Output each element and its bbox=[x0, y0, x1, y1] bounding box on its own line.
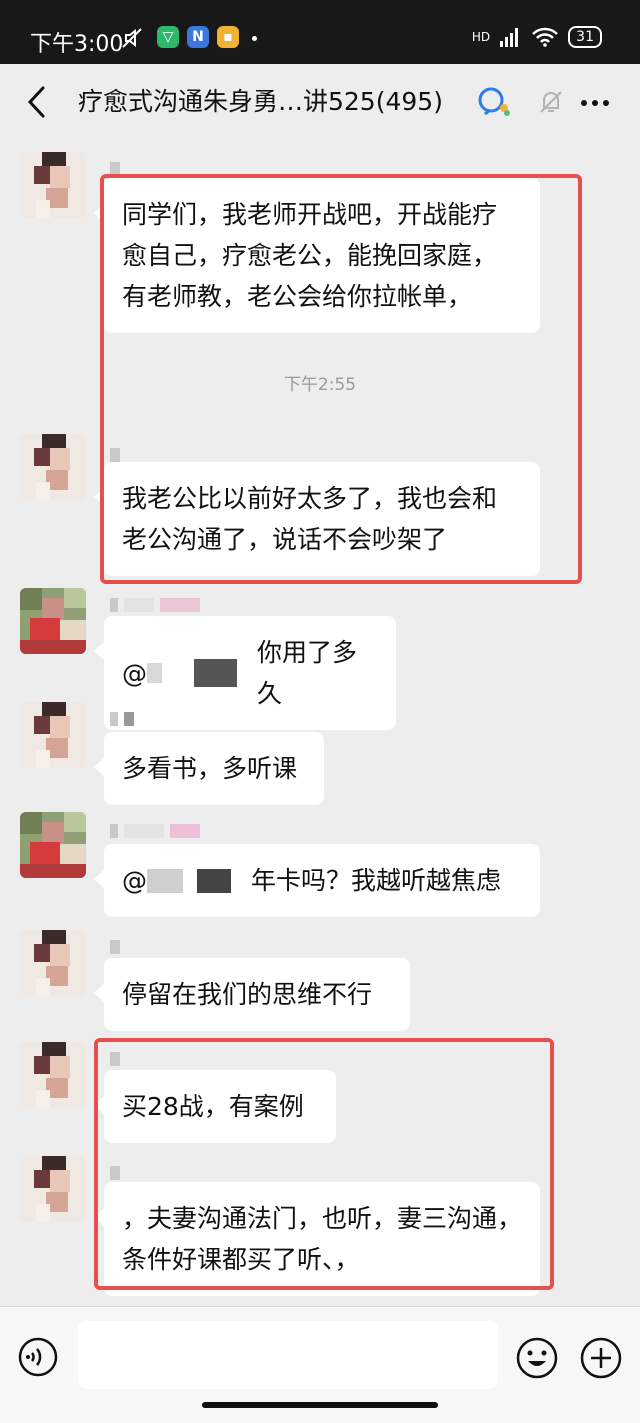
avatar[interactable] bbox=[20, 930, 86, 996]
avatar[interactable] bbox=[20, 812, 86, 878]
avatar-image bbox=[20, 588, 86, 654]
sender-name-blurred bbox=[110, 938, 120, 956]
avatar-image bbox=[20, 930, 86, 996]
avatar[interactable] bbox=[20, 1042, 86, 1108]
signal-icon bbox=[500, 28, 519, 47]
message-4: 多看书，多听课 bbox=[0, 700, 640, 805]
mention-at: @ bbox=[122, 866, 147, 895]
status-right: HD 31 bbox=[472, 26, 602, 48]
plus-icon[interactable] bbox=[580, 1337, 622, 1379]
avatar[interactable] bbox=[20, 702, 86, 768]
battery-icon: 31 bbox=[568, 26, 602, 48]
sender-name-blurred bbox=[110, 710, 134, 728]
shield-app-icon: ▽ bbox=[157, 26, 179, 48]
avatar-image bbox=[20, 152, 86, 218]
network-label: HD bbox=[471, 30, 491, 44]
message-input[interactable] bbox=[78, 1321, 498, 1389]
status-bar: 下午3:00 ▽ N ▪ HD 31 bbox=[0, 0, 640, 64]
emoji-icon[interactable] bbox=[516, 1337, 558, 1379]
message-text: 停留在我们的思维不行 bbox=[122, 980, 373, 1009]
message-bubble[interactable]: @ 年卡吗？我越听越焦虑 bbox=[94, 844, 540, 917]
more-icon[interactable] bbox=[580, 90, 610, 116]
sender-name-blurred bbox=[110, 822, 200, 840]
avatar[interactable] bbox=[20, 1156, 86, 1222]
message-text: 多看书，多听课 bbox=[122, 754, 298, 783]
group-bot-icon[interactable] bbox=[476, 86, 512, 118]
chat-title[interactable]: 疗愈式沟通朱身勇…讲525(495) bbox=[78, 82, 443, 118]
back-icon[interactable] bbox=[18, 82, 58, 122]
mention-name-blurred bbox=[147, 663, 163, 683]
mention-name-blurred bbox=[194, 659, 238, 687]
avatar[interactable] bbox=[20, 588, 86, 654]
message-bubble[interactable]: 停留在我们的思维不行 bbox=[94, 958, 410, 1031]
status-time: 下午3:00 bbox=[30, 32, 124, 57]
mute-icon bbox=[122, 28, 142, 48]
avatar[interactable] bbox=[20, 152, 86, 218]
message-6: 停留在我们的思维不行 bbox=[0, 928, 640, 1031]
avatar-image bbox=[20, 434, 86, 500]
highlight-box bbox=[100, 174, 582, 584]
avatar-image bbox=[20, 812, 86, 878]
sender-name-blurred bbox=[110, 596, 200, 614]
avatar-image bbox=[20, 702, 86, 768]
message-bubble[interactable]: 多看书，多听课 bbox=[94, 732, 324, 805]
mention-at: @ bbox=[122, 658, 147, 688]
mention-name-blurred bbox=[197, 868, 231, 893]
avatar[interactable] bbox=[20, 434, 86, 500]
voice-icon[interactable] bbox=[18, 1337, 58, 1377]
avatar-image bbox=[20, 1156, 86, 1222]
chat-header: 疗愈式沟通朱身勇…讲525(495) bbox=[0, 64, 640, 140]
mention-name-blurred bbox=[147, 868, 183, 893]
message-text: 年卡吗？我越听越焦虑 bbox=[251, 866, 502, 895]
message-5: @ 年卡吗？我越听越焦虑 bbox=[0, 812, 640, 922]
message-3: @ 你用了多久 bbox=[0, 588, 640, 730]
dot-icon bbox=[252, 36, 257, 41]
wifi-icon bbox=[532, 27, 559, 47]
mute-bell-icon[interactable] bbox=[537, 88, 565, 116]
avatar-image bbox=[20, 1042, 86, 1108]
note-app-icon: ▪ bbox=[217, 26, 239, 48]
highlight-box bbox=[94, 1038, 554, 1290]
n-app-icon: N bbox=[187, 26, 209, 48]
home-indicator[interactable] bbox=[202, 1402, 438, 1408]
